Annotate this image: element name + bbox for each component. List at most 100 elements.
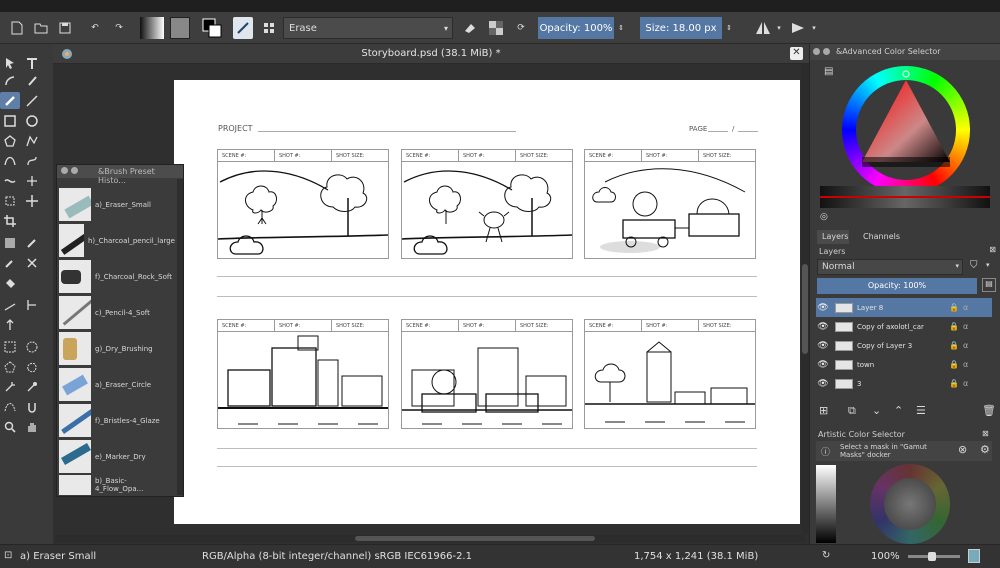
horizontal-scrollbar[interactable] — [55, 535, 805, 542]
polygon-select-icon[interactable] — [0, 358, 20, 375]
chevron-down-icon[interactable]: ▾ — [986, 261, 990, 269]
measure-tool-icon[interactable] — [22, 296, 42, 313]
gamut-mask-icon[interactable]: ⊗ — [958, 443, 967, 456]
reload-preset-icon[interactable]: ⟳ — [512, 17, 530, 39]
alpha-lock-icon[interactable]: α — [963, 379, 968, 388]
visibility-eye-icon[interactable]: 👁 — [816, 322, 830, 332]
undo-icon[interactable]: ↶ — [86, 17, 104, 39]
storyboard-frame-5[interactable]: SCENE #: SHOT #: SHOT SIZE: — [401, 319, 573, 429]
panel-scrollbar[interactable] — [177, 179, 183, 495]
alpha-lock-icon[interactable]: α — [963, 322, 968, 331]
brush-preset-item[interactable]: a)_Eraser_Small — [59, 187, 175, 222]
visibility-eye-icon[interactable]: 👁 — [816, 303, 830, 313]
settings-icon[interactable]: ▤ — [824, 66, 833, 77]
layer-properties-icon[interactable]: ▤ — [982, 278, 996, 292]
zoom-slider-handle[interactable] — [928, 552, 936, 561]
float-dot-icon[interactable] — [823, 48, 830, 55]
float-dock-icon[interactable]: ⊠ — [982, 429, 989, 438]
lock-icon[interactable]: 🔒 — [949, 360, 959, 369]
pattern-swatch[interactable] — [170, 17, 190, 39]
fg-bg-color-icon[interactable] — [201, 17, 223, 39]
storyboard-page[interactable]: PROJECT PAGE / SCENE #: SHOT #: SHOT SIZE:… — [174, 80, 800, 524]
layer-properties-icon[interactable]: ☰ — [916, 404, 926, 417]
gradient-swatch[interactable] — [140, 17, 164, 39]
freehand-brush-icon[interactable] — [0, 92, 20, 109]
size-slider[interactable]: Size: 18.00 px — [640, 17, 722, 39]
size-stepper-icon[interactable]: ⇕ — [724, 17, 734, 39]
similar-select-icon[interactable] — [22, 378, 42, 395]
gradient-tool-icon[interactable] — [0, 234, 20, 251]
document-tab[interactable]: Storyboard.psd (38.1 MiB) * ✕ — [53, 44, 809, 64]
close-dot-icon[interactable] — [61, 167, 68, 174]
float-dot-icon[interactable] — [71, 167, 78, 174]
vertical-scrollbar[interactable] — [801, 64, 809, 534]
storyboard-frame-3[interactable]: SCENE #: SHOT #: SHOT SIZE: — [584, 149, 756, 259]
alpha-lock-icon[interactable]: α — [963, 360, 968, 369]
zoom-tool-icon[interactable] — [0, 418, 20, 435]
brush-preset-item[interactable]: f)_Charcoal_Rock_Soft — [59, 259, 175, 294]
contiguous-select-icon[interactable] — [0, 378, 20, 395]
bezier-tool-icon[interactable] — [0, 152, 20, 169]
eraser-mode-icon[interactable] — [460, 17, 480, 39]
freehand-path-icon[interactable] — [22, 152, 42, 169]
redo-icon[interactable]: ↷ — [110, 17, 128, 39]
mirror-vertical-icon[interactable] — [787, 17, 809, 39]
pan-tool-icon[interactable] — [22, 418, 42, 435]
fill-tool-icon[interactable] — [0, 274, 20, 291]
visibility-eye-icon[interactable]: 👁 — [816, 360, 830, 370]
layer-blend-dropdown[interactable]: Normal ▾ — [817, 259, 963, 275]
layer-row[interactable]: 👁 3 🔒 α — [816, 374, 992, 393]
freehand-select-icon[interactable] — [22, 358, 42, 375]
text-tool-icon[interactable] — [22, 54, 42, 71]
filter-icon[interactable]: ⛉ — [970, 260, 978, 271]
scrollbar-thumb[interactable] — [802, 264, 808, 354]
open-folder-icon[interactable] — [32, 17, 50, 39]
chevron-down-icon[interactable]: ▾ — [775, 17, 783, 39]
tab-layers[interactable]: Layers — [817, 230, 849, 244]
preserve-alpha-icon[interactable] — [486, 17, 506, 39]
storyboard-frame-4[interactable]: SCENE #: SHOT #: SHOT SIZE: — [217, 319, 389, 429]
rectangle-tool-icon[interactable] — [0, 112, 20, 129]
fit-page-icon[interactable] — [968, 549, 980, 563]
polygon-tool-icon[interactable] — [0, 132, 20, 149]
brush-preset-item[interactable]: h)_Charcoal_pencil_large — [59, 223, 175, 258]
lock-icon[interactable]: 🔒 — [949, 379, 959, 388]
smart-patch-icon[interactable] — [22, 254, 42, 271]
move-tool-icon[interactable] — [22, 192, 42, 209]
magnetic-select-icon[interactable] — [22, 398, 42, 415]
transform-tool-icon[interactable] — [0, 192, 20, 209]
settings-icon[interactable]: ⚙ — [980, 443, 990, 456]
storyboard-frame-2[interactable]: SCENE #: SHOT #: SHOT SIZE: — [401, 149, 573, 259]
value-scale[interactable] — [816, 465, 836, 543]
ellipse-tool-icon[interactable] — [22, 112, 42, 129]
layer-opacity-slider[interactable]: Opacity: 100% — [817, 278, 977, 294]
crop-tool-icon[interactable] — [0, 212, 20, 229]
assistant-tool-icon[interactable] — [0, 296, 20, 313]
move-up-icon[interactable]: ⌃ — [894, 404, 903, 417]
brush-preset-item[interactable]: c)_Pencil-4_Soft — [59, 295, 175, 330]
rotate-reset-icon[interactable]: ↻ — [822, 550, 830, 561]
storyboard-frame-1[interactable]: SCENE #: SHOT #: SHOT SIZE: — [217, 149, 389, 259]
brush-preset-item[interactable]: f)_Bristles-4_Glaze — [59, 403, 175, 438]
select-shapes-icon[interactable] — [0, 54, 20, 71]
storyboard-frame-6[interactable]: SCENE #: SHOT #: SHOT SIZE: — [584, 319, 756, 429]
layer-row[interactable]: 👁 town 🔒 α — [816, 355, 992, 374]
refresh-icon[interactable]: ◎ — [820, 212, 828, 222]
brush-preset-icon[interactable] — [233, 17, 253, 39]
mirror-horizontal-icon[interactable] — [752, 17, 774, 39]
brush-preset-item[interactable]: e)_Marker_Dry — [59, 439, 175, 474]
layer-row[interactable]: 👁 Copy of Layer 3 🔒 α — [816, 336, 992, 355]
new-document-icon[interactable] — [8, 17, 26, 39]
brush-preset-item[interactable]: g)_Dry_Brushing — [59, 331, 175, 366]
visibility-eye-icon[interactable]: 👁 — [816, 379, 830, 389]
add-layer-icon[interactable]: ⊞ — [819, 404, 828, 417]
opacity-stepper-icon[interactable]: ⇕ — [616, 17, 626, 39]
layer-row[interactable]: 👁 Layer 8 🔒 α — [816, 298, 992, 317]
chevron-down-icon[interactable]: ▾ — [810, 17, 818, 39]
close-icon[interactable]: ✕ — [790, 47, 803, 60]
polyline-tool-icon[interactable] — [22, 132, 42, 149]
visibility-eye-icon[interactable]: 👁 — [816, 341, 830, 351]
edit-shapes-icon[interactable] — [0, 72, 20, 89]
multibrush-icon[interactable] — [22, 172, 42, 189]
color-triangle[interactable] — [842, 66, 970, 194]
